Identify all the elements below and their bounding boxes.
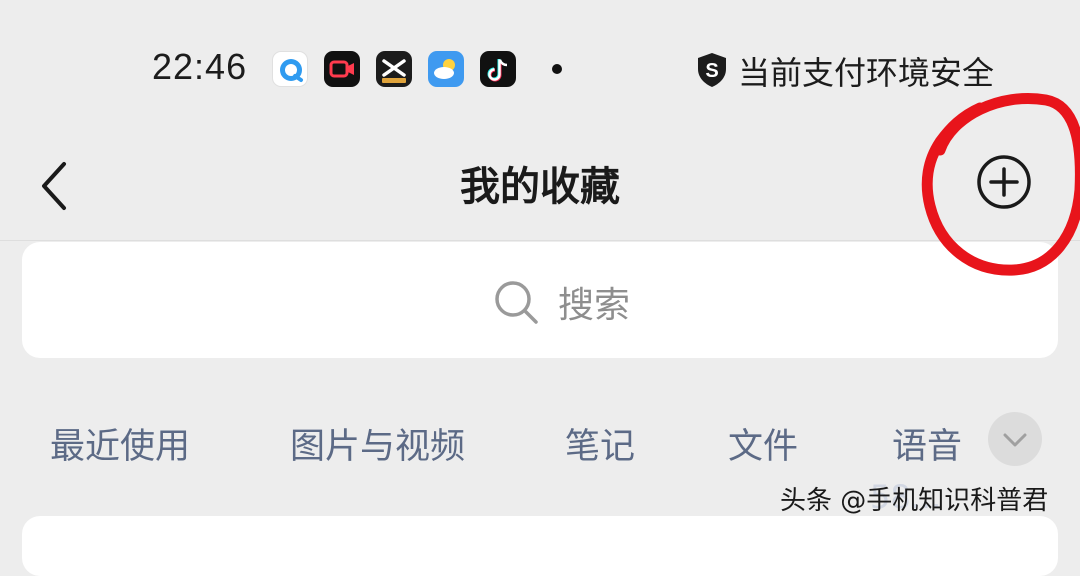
category-tabs: 最近使用 图片与视频 笔记 文件 语音 <box>0 400 1080 484</box>
tab-voice[interactable]: 语音 <box>892 418 962 469</box>
tab-files[interactable]: 文件 <box>728 418 798 469</box>
list-item[interactable] <box>22 516 1058 576</box>
watermark-text: 头条 @手机知识科普君 <box>780 486 1049 516</box>
video-recorder-icon <box>324 51 360 87</box>
chevron-down-icon <box>1003 433 1027 447</box>
page-title: 我的收藏 <box>460 164 620 210</box>
payment-security-text: 当前支付环境安全 <box>738 54 995 92</box>
notification-dot <box>552 64 562 74</box>
browser-icon <box>272 51 308 87</box>
nav-bar: 我的收藏 <box>0 138 1080 241</box>
tab-recent[interactable]: 最近使用 <box>50 418 190 469</box>
expand-categories-button[interactable] <box>988 412 1042 466</box>
svg-text:S: S <box>705 60 718 82</box>
search-icon <box>495 281 538 324</box>
status-time: 22:46 <box>152 46 248 87</box>
capcut-icon <box>376 51 412 87</box>
add-button[interactable] <box>974 152 1034 212</box>
shield-icon: S <box>698 53 726 87</box>
weather-icon <box>428 51 464 87</box>
status-bar: 22:46 S 当前支付环境安全 <box>0 0 1080 138</box>
search-placeholder: 搜索 <box>558 285 631 326</box>
plus-circle-icon <box>977 155 1031 209</box>
tab-images-videos[interactable]: 图片与视频 <box>290 418 465 469</box>
search-input[interactable]: 搜索 <box>22 242 1058 358</box>
tab-notes[interactable]: 笔记 <box>565 418 635 469</box>
tiktok-icon <box>480 51 516 87</box>
